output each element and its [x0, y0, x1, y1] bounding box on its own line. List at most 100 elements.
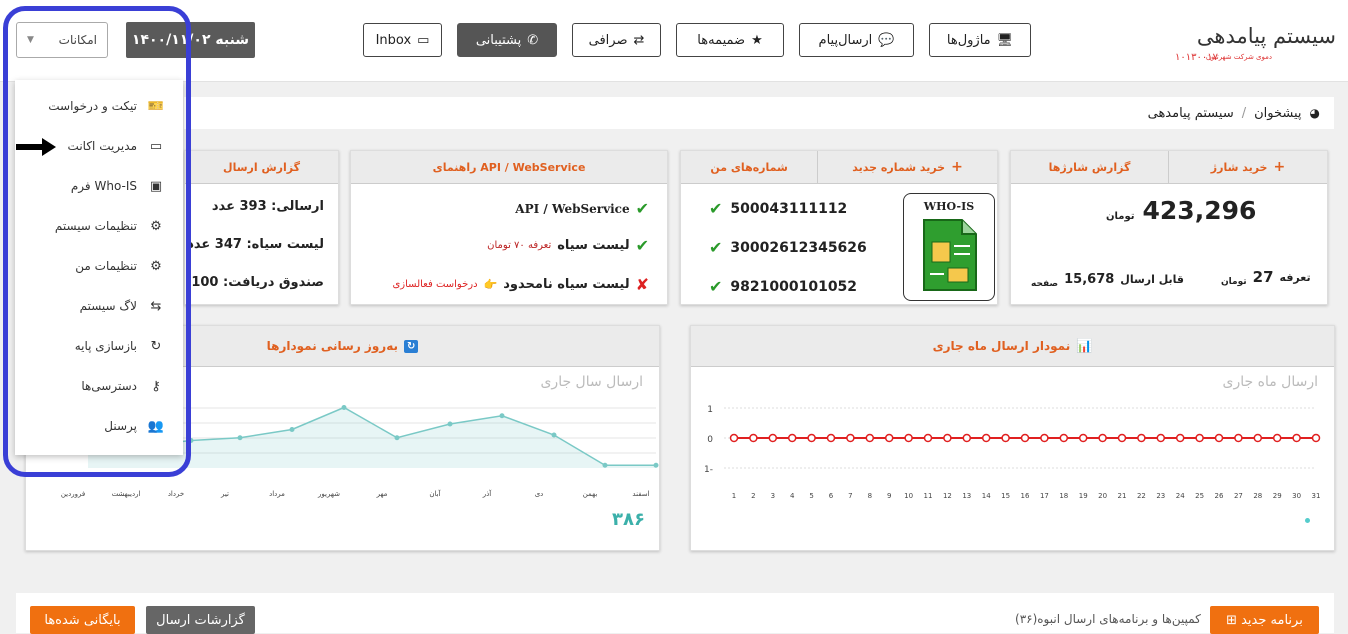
- data-point: [447, 421, 453, 427]
- brand-number: ۱۰۱۳۰۰۱۷: [1175, 52, 1218, 63]
- phone-icon: ✆: [527, 32, 539, 48]
- data-point: [341, 405, 347, 410]
- x-tick-label: خرداد: [168, 490, 184, 498]
- y-tick-label: 1-: [704, 465, 713, 475]
- data-point: [943, 433, 952, 443]
- data-point: [1137, 433, 1146, 443]
- x-tick-label: 30: [1292, 492, 1301, 500]
- exchange-icon: ⇄: [633, 32, 645, 48]
- x-tick-label: 16: [1021, 492, 1030, 500]
- brand-title: سیستم پیامدهی: [1196, 24, 1336, 48]
- data-point: [962, 433, 972, 443]
- month-chart-header: 📊 نمودار ارسال ماه جاری: [691, 326, 1334, 367]
- x-tick-label: اسفند: [632, 490, 649, 498]
- inbox-count: صندوق دریافت: 100: [191, 275, 324, 290]
- breadcrumb-current: سیستم پیامدهی: [1147, 105, 1234, 121]
- data-point: [826, 433, 836, 443]
- buy-charge-link[interactable]: + خرید شارژ: [1169, 151, 1327, 184]
- x-tick-label: مهر: [376, 490, 388, 498]
- data-point: [653, 462, 659, 468]
- x-tick-label: آذر: [482, 489, 492, 498]
- activation-request-link[interactable]: درخواست فعالسازی: [392, 279, 477, 290]
- x-tick-label: شهریور: [317, 490, 340, 498]
- x-tick-label: 23: [1156, 492, 1165, 500]
- data-point: [884, 433, 894, 443]
- x-tick-label: آبان: [429, 489, 441, 498]
- x-tick-label: 1: [732, 492, 736, 500]
- data-point: [768, 433, 778, 443]
- breadcrumb: سیستم پیامدهی / پیشخوان ◕: [184, 97, 1334, 129]
- x-tick-label: 10: [904, 492, 913, 500]
- new-program-button[interactable]: ⊞ برنامه جدید: [1210, 606, 1319, 634]
- x-tick-label: 15: [1001, 492, 1010, 500]
- x-tick-label: 21: [1118, 492, 1127, 500]
- x-tick-label: 8: [868, 492, 872, 500]
- breadcrumb-home[interactable]: پیشخوان: [1254, 106, 1301, 121]
- close-icon: ✘: [635, 275, 649, 294]
- data-point: [1001, 433, 1010, 443]
- x-tick-label: 29: [1273, 492, 1282, 500]
- breadcrumb-separator: /: [1241, 105, 1247, 121]
- buy-number-link[interactable]: + خرید شماره جدید: [818, 151, 997, 184]
- plus-icon: +: [1273, 159, 1286, 175]
- data-point: [981, 433, 991, 443]
- inbox-icon: ▭: [417, 32, 430, 48]
- blacklist-row: ✔ لیست سیاه تعرفه ۷۰ تومان: [487, 236, 649, 255]
- send-reports-button[interactable]: گزارشات ارسال: [146, 606, 255, 634]
- star-icon: ★: [751, 32, 763, 48]
- month-chart-card: 📊 نمودار ارسال ماه جاری ارسال ماه جاری 10…: [690, 325, 1335, 551]
- document-icon: [923, 219, 977, 291]
- modules-button[interactable]: 🖥 ماژول‌ها: [929, 23, 1031, 57]
- charge-card: گزارش شارژها + خرید شارژ تومان 423,296 قا…: [1010, 150, 1328, 305]
- x-tick-label: 13: [962, 492, 971, 500]
- charge-report-link[interactable]: گزارش شارژها: [1011, 151, 1169, 184]
- highlight-frame: [3, 6, 191, 477]
- archive-button[interactable]: بایگانی شده‌ها: [30, 606, 135, 634]
- who-is-box[interactable]: WHO-IS: [903, 193, 995, 301]
- comments-icon: 💬: [878, 32, 895, 48]
- campaigns-title: کمپین‌ها و برنامه‌های ارسال انبوه(۳۶): [1015, 612, 1201, 626]
- plus-icon: +: [951, 159, 963, 175]
- blacklist-count: لیست سیاه: 347 عدد: [187, 237, 324, 252]
- x-tick-label: 18: [1059, 492, 1068, 500]
- x-tick-label: 24: [1176, 492, 1185, 500]
- number-item[interactable]: ✔ 500043111112: [709, 199, 867, 218]
- data-point: [904, 433, 913, 443]
- x-tick-label: 31: [1312, 492, 1321, 500]
- number-item[interactable]: ✔ 9821000101052: [709, 277, 867, 296]
- check-icon: ✔: [635, 236, 649, 255]
- numbers-list: ✔ 500043111112 ✔ 30002612345626 ✔ 982100010…: [709, 199, 867, 296]
- y-tick-label: 0: [707, 435, 713, 445]
- attachments-button[interactable]: ★ ضمیمه‌ها: [676, 23, 784, 57]
- bar-chart-icon: 📊: [1076, 338, 1093, 354]
- data-point: [749, 433, 758, 443]
- data-point: [499, 413, 505, 419]
- x-tick-label: 3: [771, 492, 775, 500]
- data-point: [551, 432, 557, 438]
- data-point: [923, 433, 933, 443]
- data-point: [1214, 433, 1224, 443]
- data-point: [1098, 433, 1107, 443]
- x-tick-label: 5: [809, 492, 813, 500]
- data-point: [1311, 433, 1321, 443]
- data-point: [1234, 433, 1243, 443]
- x-tick-label: 12: [943, 492, 952, 500]
- data-point: [1175, 433, 1185, 443]
- x-tick-label: 25: [1195, 492, 1204, 500]
- data-point: [1078, 433, 1088, 443]
- support-button[interactable]: ✆ پشتیبانی: [457, 23, 557, 57]
- x-tick-label: 26: [1215, 492, 1224, 500]
- data-point: [394, 435, 400, 441]
- data-point: [289, 427, 295, 432]
- send-message-button[interactable]: 💬 ارسال‌پیام: [799, 23, 914, 57]
- my-numbers-link[interactable]: شماره‌های من: [681, 151, 819, 184]
- exchange-button[interactable]: ⇄ صرافی: [572, 23, 661, 57]
- x-tick-label: دی: [535, 490, 544, 498]
- number-item[interactable]: ✔ 30002612345626: [709, 238, 867, 257]
- refresh-icon: ↻: [403, 339, 419, 353]
- data-point: [846, 433, 855, 443]
- api-guide-link[interactable]: API / WebService راهنمای: [351, 151, 667, 184]
- y-tick-label: 1: [707, 405, 713, 415]
- x-tick-label: 11: [924, 492, 933, 500]
- inbox-button[interactable]: ▭ Inbox: [363, 23, 442, 57]
